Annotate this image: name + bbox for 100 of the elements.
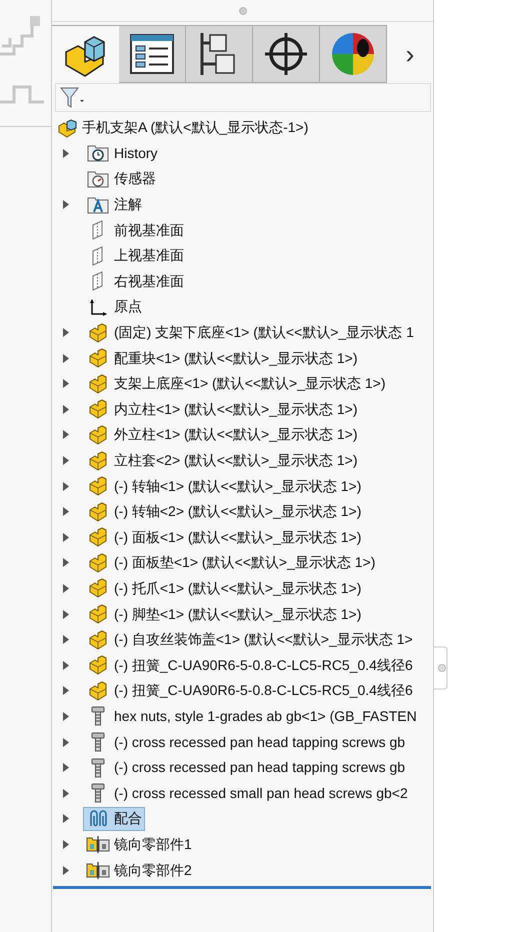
tree-item[interactable]: 原点: [83, 294, 145, 319]
splitter-handle-icon[interactable]: [238, 6, 246, 14]
expand-arrow-icon[interactable]: [63, 200, 69, 210]
screw-icon: [91, 758, 105, 778]
part-icon: [88, 680, 108, 701]
expand-arrow-icon[interactable]: [63, 532, 69, 542]
expand-arrow-icon[interactable]: [63, 660, 69, 670]
plane-icon: [91, 271, 105, 292]
tree-item[interactable]: 支架上底座<1> (默认<<默认>_显示状态 1>): [83, 372, 389, 396]
tree-item-label: (固定) 支架下底座<1> (默认<<默认>_显示状态 1: [114, 323, 414, 342]
tree-item[interactable]: History: [83, 141, 161, 166]
tree-item[interactable]: (-) 扭簧_C-UA90R6-5-0.8-C-LC5-RC5_0.4线径6: [83, 678, 416, 703]
tree-item-label: 外立柱<1> (默认<<默认>_显示状态 1>): [114, 425, 358, 444]
property-list-icon: [129, 31, 175, 77]
tree-item[interactable]: (固定) 支架下底座<1> (默认<<默认>_显示状态 1: [83, 320, 417, 345]
tree-item-label: (-) 自攻丝装饰盖<1> (默认<<默认>_显示状态 1>: [114, 630, 413, 650]
tree-item[interactable]: (-) 脚垫<1> (默认<<默认>_显示状态 1>): [83, 602, 364, 626]
tree-item[interactable]: 内立柱<1> (默认<<默认>_显示状态 1>): [83, 397, 361, 422]
tree-item[interactable]: (-) 托爪<1> (默认<<默认>_显示状态 1>): [83, 576, 364, 600]
scroll-handle-icon[interactable]: [434, 646, 448, 690]
tree-item-label: 镜向零部件1: [114, 834, 192, 854]
tree-item[interactable]: 镜向零部件2: [83, 858, 195, 882]
tree-item[interactable]: (-) 转轴<1> (默认<<默认>_显示状态 1>): [83, 474, 364, 498]
tree-item[interactable]: (-) 面板垫<1> (默认<<默认>_显示状态 1>): [83, 550, 378, 575]
filter-icon[interactable]: [60, 86, 84, 108]
tree-item-label: History: [114, 144, 158, 163]
plane-icon: [91, 246, 105, 266]
tree-item-label: 注解: [114, 195, 142, 214]
screw-icon: [91, 732, 105, 752]
plane-icon: [91, 220, 105, 240]
screw-icon: [91, 706, 105, 726]
expand-arrow-icon[interactable]: [63, 148, 69, 158]
part-icon: [88, 424, 108, 445]
expand-arrow-icon[interactable]: [63, 482, 69, 491]
part-icon: [88, 450, 108, 471]
expand-arrow-icon[interactable]: [63, 430, 69, 440]
part-icon: [88, 322, 108, 343]
part-icon: [88, 604, 108, 624]
part-icon: [88, 578, 108, 598]
expand-arrow-icon[interactable]: [63, 610, 69, 619]
panel-tab[interactable]: [119, 25, 186, 83]
expand-arrow-icon[interactable]: [63, 507, 69, 516]
expand-arrow-icon[interactable]: [63, 866, 69, 875]
part-icon: [88, 399, 108, 420]
appearance-sphere-icon: [330, 31, 376, 77]
tree-item[interactable]: 立柱套<2> (默认<<默认>_显示状态 1>): [83, 448, 361, 473]
tree-item[interactable]: (-) 自攻丝装饰盖<1> (默认<<默认>_显示状态 1>: [83, 628, 416, 652]
gauge-folder-icon: [87, 170, 109, 188]
tree-item-label: (-) 托爪<1> (默认<<默认>_显示状态 1>): [114, 578, 362, 598]
expand-arrow-icon[interactable]: [63, 558, 69, 568]
tree-item[interactable]: (-) 转轴<2> (默认<<默认>_显示状态 1>): [83, 500, 364, 524]
tree-item-label: 原点: [114, 297, 142, 316]
tree-item-label: 前视基准面: [114, 220, 184, 240]
expand-arrow-icon[interactable]: [63, 456, 69, 466]
panel-tab[interactable]: [186, 25, 253, 83]
expand-arrow-icon[interactable]: [63, 354, 69, 363]
expand-arrow-icon[interactable]: [63, 840, 69, 849]
expand-arrow-icon[interactable]: [63, 404, 69, 414]
expand-arrow-icon[interactable]: [63, 328, 69, 338]
part-icon: [88, 348, 108, 368]
tree-item[interactable]: 前视基准面: [83, 218, 187, 242]
tree-item[interactable]: (-) 面板<1> (默认<<默认>_显示状态 1>): [83, 525, 364, 550]
tree-item-label[interactable]: 手机支架A (默认<默认_显示状态-1>): [82, 117, 308, 138]
tree-item[interactable]: 外立柱<1> (默认<<默认>_显示状态 1>): [83, 422, 361, 447]
part-icon: [88, 630, 108, 650]
panel-tab[interactable]: [253, 25, 320, 83]
tree-item-label: 镜向零部件2: [114, 860, 192, 880]
tree-item[interactable]: 镜向零部件1: [83, 832, 195, 856]
tree-item-label: 上视基准面: [114, 246, 184, 266]
tree-item-label: 右视基准面: [114, 272, 184, 291]
panel-tab[interactable]: [320, 25, 387, 83]
tree-item[interactable]: 注解: [83, 192, 145, 217]
expand-arrow-icon[interactable]: [63, 635, 69, 644]
part-icon: [88, 476, 108, 496]
crosshair-icon: [263, 31, 309, 77]
tree-item[interactable]: 右视基准面: [83, 269, 187, 294]
tree-item[interactable]: hex nuts, style 1-grades ab gb<1> (GB_FASTEN: [83, 704, 420, 728]
expand-arrow-icon[interactable]: [63, 814, 69, 824]
tree-item[interactable]: (-) cross recessed pan head tapping screws gb: [83, 730, 408, 754]
more-tabs-button[interactable]: ›: [387, 25, 433, 83]
expand-arrow-icon[interactable]: [63, 763, 69, 772]
expand-arrow-icon[interactable]: [63, 686, 69, 696]
tree-item[interactable]: 配合: [83, 806, 145, 831]
expand-arrow-icon[interactable]: [63, 712, 69, 721]
tree-item[interactable]: (-) cross recessed pan head tapping screws gb: [83, 756, 408, 780]
tree-item[interactable]: 上视基准面: [83, 244, 187, 268]
origin-icon: [88, 296, 108, 317]
part-icon: [88, 552, 108, 573]
tree-item[interactable]: 配重块<1> (默认<<默认>_显示状态 1>): [83, 346, 361, 370]
expand-arrow-icon[interactable]: [63, 379, 69, 388]
mirror-component-icon: [86, 861, 110, 880]
tree-item-label: (-) cross recessed pan head tapping screws gb: [114, 732, 406, 752]
expand-arrow-icon[interactable]: [63, 584, 69, 593]
expand-arrow-icon[interactable]: [63, 788, 69, 798]
expand-arrow-icon[interactable]: [63, 738, 69, 747]
tree-item[interactable]: (-) 扭簧_C-UA90R6-5-0.8-C-LC5-RC5_0.4线径6: [83, 653, 416, 678]
screw-icon: [91, 783, 105, 804]
tree-item[interactable]: 传感器: [83, 166, 159, 191]
tree-item[interactable]: (-) cross recessed small pan head screws gb<2: [83, 781, 411, 806]
tree-item-label: 配合: [114, 809, 142, 828]
